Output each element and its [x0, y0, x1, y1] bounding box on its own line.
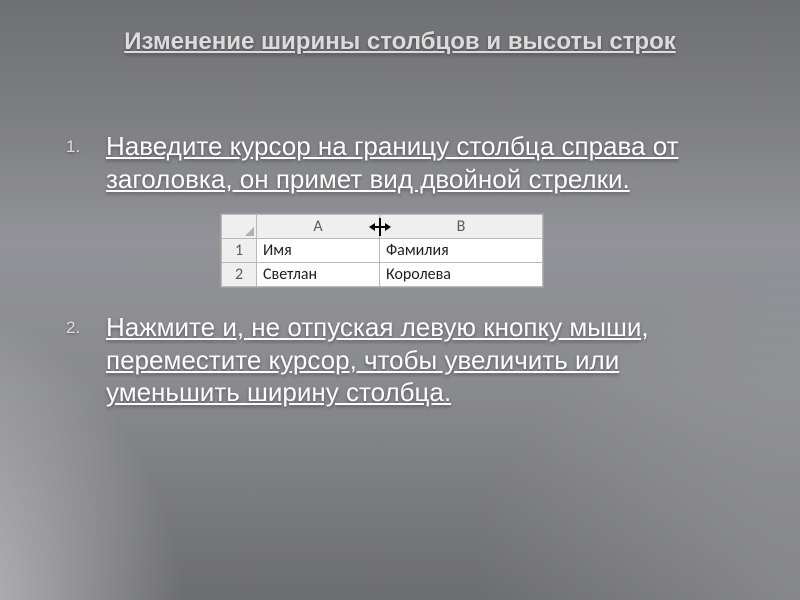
instruction-step-1: Наведите курсор на границу столбца справ…	[60, 130, 750, 195]
instruction-step-2: Нажмите и, не отпуская левую кнопку мыши…	[60, 311, 750, 409]
row-header-2: 2	[222, 263, 257, 287]
slide-body: Наведите курсор на границу столбца справ…	[60, 130, 750, 409]
table-row: 2 Светлан Королева	[222, 263, 543, 287]
slide-title: Изменение ширины столбцов и высоты строк	[0, 28, 800, 56]
cell-a1: Имя	[257, 239, 380, 263]
cell-a2: Светлан	[257, 263, 380, 287]
column-header-a: A	[257, 215, 380, 239]
table-row: 1 Имя Фамилия	[222, 239, 543, 263]
figure-wrap: A B 1 Имя Фамилия 2 Светлан Королева	[60, 213, 750, 293]
column-header-b: B	[380, 215, 543, 239]
excel-figure: A B 1 Имя Фамилия 2 Светлан Королева	[220, 213, 544, 288]
slide: Изменение ширины столбцов и высоты строк…	[0, 0, 800, 600]
instruction-list: Наведите курсор на границу столбца справ…	[60, 130, 750, 409]
cell-b2: Королева	[380, 263, 543, 287]
column-header-row: A B	[222, 215, 543, 239]
excel-grid: A B 1 Имя Фамилия 2 Светлан Королева	[221, 214, 543, 287]
row-header-1: 1	[222, 239, 257, 263]
select-all-corner	[222, 215, 257, 239]
cell-b1: Фамилия	[380, 239, 543, 263]
